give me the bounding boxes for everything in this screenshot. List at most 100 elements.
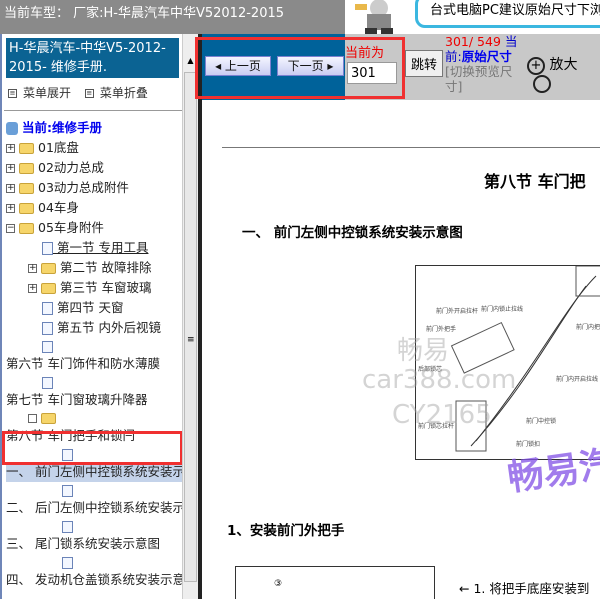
zoom-in-icon: + xyxy=(527,57,545,75)
figure-label: 前门中控锁 xyxy=(526,418,557,425)
figure-label: 前门外开启拉杆 xyxy=(436,308,479,315)
tree-root[interactable]: 当前:维修手册 xyxy=(6,118,183,138)
sidebar: H-华晨汽车-中华V5-2012-2015- 维修手册. ≡ 菜单展开 ≡ 菜单折叠… xyxy=(0,34,183,599)
section-title: 第八节 车门把 xyxy=(484,172,586,191)
figure-label: 前门内把手 xyxy=(576,324,600,331)
tree-label: 第二节 故障排除 xyxy=(60,260,152,275)
watermark: CY2165 xyxy=(392,400,492,430)
jump-button[interactable]: 跳转 xyxy=(405,50,443,77)
tree-label: 四、 发动机仓盖锁系统安装示意图 xyxy=(6,572,183,587)
page-icon xyxy=(42,340,53,353)
tree-label: 01底盘 xyxy=(38,140,79,155)
tree-item[interactable]: 第五节 内外后视镜 xyxy=(6,318,183,338)
tree-label: 第五节 内外后视镜 xyxy=(56,320,161,335)
folder-icon xyxy=(19,183,34,194)
tree-item[interactable]: 第六节 车门饰件和防水薄膜 xyxy=(6,354,183,374)
watermark: 畅易 xyxy=(397,336,450,366)
divider xyxy=(4,110,183,111)
collapse-icon[interactable]: − xyxy=(6,224,15,233)
switch-size-link[interactable]: [切换预览尺寸] xyxy=(445,64,512,94)
page-icon xyxy=(42,242,53,255)
tree-item[interactable]: − 05车身附件 xyxy=(6,218,183,238)
expand-label: 菜单展开 xyxy=(23,86,72,100)
tree-spacer xyxy=(6,374,183,390)
tree-label: 第一节 专用工具 xyxy=(56,240,149,255)
tree-label: 二、 后门左侧中控锁系统安装示意图 xyxy=(6,500,183,515)
tree-item[interactable]: 第四节 天窗 xyxy=(6,298,183,318)
vehicle-text: 当前车型： 厂家:H-华晨汽车中华V52012-2015 xyxy=(4,6,285,21)
tree-label: 第三节 车窗玻璃 xyxy=(60,280,152,295)
tree-label: 03动力总成附件 xyxy=(38,180,129,195)
callout-icon: ③ xyxy=(274,579,283,589)
zoom-in-button[interactable]: + 放大 xyxy=(527,54,600,97)
collapse-menu-button[interactable]: ≡ 菜单折叠 xyxy=(84,86,148,100)
expand-icon[interactable]: + xyxy=(28,264,37,273)
tree-item[interactable]: +04车身 xyxy=(6,198,183,218)
collapse-icon[interactable] xyxy=(28,414,37,423)
tree-item[interactable]: 三、 尾门锁系统安装示意图 xyxy=(6,534,183,554)
tree-item[interactable]: 第一节 专用工具 xyxy=(6,238,183,258)
banner: 台式电脑PC建议原始尺寸下浏 xyxy=(345,0,600,34)
tree-label: 05车身附件 xyxy=(38,220,104,235)
zoom-out-icon[interactable] xyxy=(533,75,551,93)
figure-label: 前门内开启拉线 xyxy=(556,376,599,383)
page-icon xyxy=(62,556,73,569)
expand-icon: ≡ xyxy=(8,89,17,98)
tree-item[interactable]: + 第二节 故障排除 xyxy=(6,258,183,278)
tree-item[interactable]: 四、 发动机仓盖锁系统安装示意图 xyxy=(6,570,183,590)
expand-icon[interactable]: + xyxy=(6,144,15,153)
open-folder-icon xyxy=(41,413,56,424)
tree-item[interactable]: +03动力总成附件 xyxy=(6,178,183,198)
scroll-thumb[interactable]: ≡ xyxy=(184,72,197,582)
expand-menu-button[interactable]: ≡ 菜单展开 xyxy=(8,86,71,100)
page-icon xyxy=(42,376,53,389)
mascot-icon xyxy=(355,0,393,34)
page-icon xyxy=(62,484,73,497)
expand-icon[interactable]: + xyxy=(6,204,15,213)
open-folder-icon xyxy=(19,223,34,234)
page-info: 301/ 549 当前:原始尺寸 [切换预览尺寸] xyxy=(445,34,527,94)
tree-item[interactable]: +02动力总成 xyxy=(6,158,183,178)
grip-icon: ≡ xyxy=(187,335,195,345)
step-1: 1. 将把手底座安装到 xyxy=(473,581,590,596)
document-view: 第八节 车门把 一、 前门左侧中控锁系统安装示意图 前门外开启拉杆 前门外把手 … xyxy=(202,100,600,599)
tree-root-label: 当前:维修手册 xyxy=(22,120,102,135)
highlight-box xyxy=(195,37,405,99)
folder-icon xyxy=(41,283,56,294)
page-count: 301/ 549 xyxy=(445,34,501,49)
tree-label: 04车身 xyxy=(38,200,79,215)
folder-icon xyxy=(19,143,34,154)
tree-item[interactable]: 二、 后门左侧中控锁系统安装示意图 xyxy=(6,498,183,518)
tree-spacer xyxy=(6,410,183,426)
tree-label: 一、 前门左侧中控锁系统安装示意图 xyxy=(6,464,183,479)
step-text: ← 1. 将把手底座安装到 xyxy=(459,581,590,596)
collapse-icon: ≡ xyxy=(84,89,94,98)
computer-icon xyxy=(6,122,18,135)
folder-icon xyxy=(19,163,34,174)
zoom-in-label: 放大 xyxy=(549,57,578,73)
expand-icon[interactable]: + xyxy=(6,184,15,193)
expand-icon[interactable]: + xyxy=(28,284,37,293)
figure-label: 前门内锁止拉线 xyxy=(481,306,524,313)
tree-label: 第七节 车门窗玻璃升降器 xyxy=(6,392,148,407)
tree-spacer xyxy=(6,554,183,570)
header-rule xyxy=(222,147,600,148)
tree-item[interactable]: + 第三节 车窗玻璃 xyxy=(6,278,183,298)
highlight-box xyxy=(2,431,183,465)
vehicle-bar: 当前车型： 厂家:H-华晨汽车中华V52012-2015 xyxy=(0,0,345,34)
page-icon xyxy=(42,302,53,315)
banner-bubble: 台式电脑PC建议原始尺寸下浏 xyxy=(415,0,600,28)
tree-item-active[interactable]: 一、 前门左侧中控锁系统安装示意图 xyxy=(6,462,183,482)
expand-icon[interactable]: + xyxy=(6,164,15,173)
tree-spacer xyxy=(6,338,183,354)
tree-label: 第六节 车门饰件和防水薄膜 xyxy=(6,356,160,371)
heading-1: 一、 前门左侧中控锁系统安装示意图 xyxy=(242,225,463,241)
sidebar-scrollbar[interactable]: ▲ ≡ xyxy=(182,34,198,599)
tree: 当前:维修手册 +01底盘 +02动力总成 +03动力总成附件 +04车身 − 0… xyxy=(6,118,183,590)
tree-label: 第四节 天窗 xyxy=(56,300,124,315)
tree-item[interactable]: +01底盘 xyxy=(6,138,183,158)
folder-icon xyxy=(41,263,56,274)
folder-icon xyxy=(19,203,34,214)
collapse-label: 菜单折叠 xyxy=(99,86,148,100)
tree-item[interactable]: 第七节 车门窗玻璃升降器 xyxy=(6,390,183,410)
